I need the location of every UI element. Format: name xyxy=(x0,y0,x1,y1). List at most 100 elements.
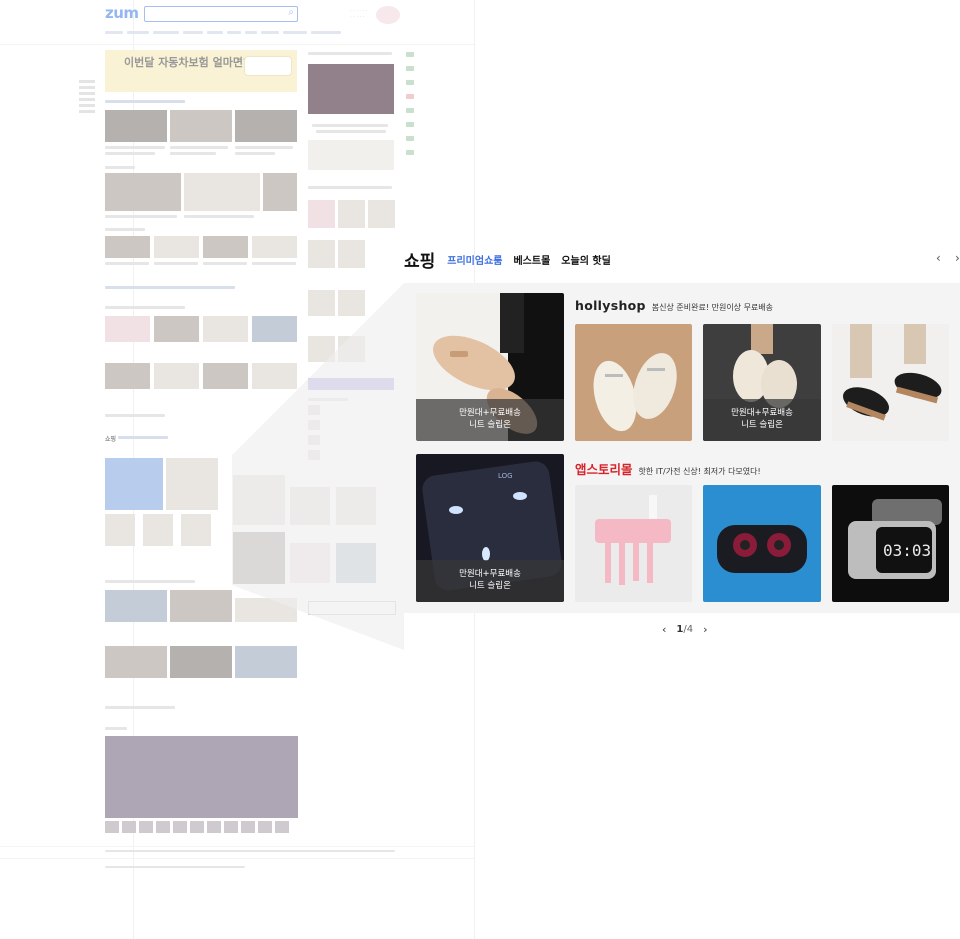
news-thumb[interactable] xyxy=(105,236,150,258)
zum-logo[interactable]: zum xyxy=(105,4,139,22)
ranking-thumb[interactable] xyxy=(308,405,320,415)
brand-name[interactable]: 앱스토리몰 xyxy=(575,459,633,478)
photo-strip-thumb[interactable] xyxy=(156,821,170,833)
news-thumb[interactable] xyxy=(203,316,248,342)
tab-premium-showroom[interactable]: 프리미엄쇼룸 xyxy=(447,252,502,267)
product-thumb[interactable] xyxy=(338,200,365,228)
product-thumb[interactable] xyxy=(336,487,376,525)
news-thumb[interactable] xyxy=(235,110,297,142)
nav-item[interactable] xyxy=(105,31,123,34)
side-tool-icon[interactable] xyxy=(406,108,414,113)
side-tool-icon[interactable] xyxy=(406,52,414,57)
ranking-thumb[interactable] xyxy=(308,435,320,445)
photo-strip-thumb[interactable] xyxy=(122,821,136,833)
product-thumb[interactable] xyxy=(308,336,335,362)
search-input[interactable]: ⌕ xyxy=(144,6,298,22)
news-thumb[interactable] xyxy=(203,363,248,389)
select-box[interactable] xyxy=(308,601,396,615)
chevron-left-icon[interactable]: ‹ xyxy=(662,623,666,636)
tab-best-mall[interactable]: 베스트몰 xyxy=(513,252,550,267)
video-thumb[interactable] xyxy=(170,646,232,678)
video-thumb[interactable] xyxy=(105,646,167,678)
news-thumb[interactable] xyxy=(105,173,181,211)
video-thumb[interactable] xyxy=(170,590,232,622)
featured-product-card[interactable]: 만원대+무료배송 니트 슬립온 xyxy=(416,293,564,441)
promo-image[interactable] xyxy=(376,6,400,24)
news-thumb[interactable] xyxy=(154,363,199,389)
side-tool-icon[interactable] xyxy=(406,150,414,155)
ad-image[interactable] xyxy=(308,140,394,170)
product-card[interactable]: 만원대+무료배송 니트 슬립온 xyxy=(703,324,821,441)
nav-item[interactable] xyxy=(153,31,179,34)
nav-item[interactable] xyxy=(227,31,241,34)
brand-row-hollyshop[interactable]: hollyshop 봄신상 준비완료! 만원이상 무료배송 xyxy=(575,298,773,313)
news-thumb[interactable] xyxy=(184,173,260,211)
nav-item[interactable] xyxy=(183,31,203,34)
news-thumb[interactable] xyxy=(105,110,167,142)
nav-item[interactable] xyxy=(245,31,257,34)
nav-item[interactable] xyxy=(261,31,279,34)
product-card[interactable] xyxy=(832,324,949,441)
photo-strip-thumb[interactable] xyxy=(258,821,272,833)
side-tool-icon[interactable] xyxy=(406,80,414,85)
product-thumb[interactable] xyxy=(308,240,335,268)
product-thumb[interactable] xyxy=(338,336,365,362)
nav-item[interactable] xyxy=(283,31,307,34)
news-thumb[interactable] xyxy=(252,363,297,389)
news-thumb[interactable] xyxy=(252,236,297,258)
product-thumb[interactable] xyxy=(308,290,335,316)
photo-strip-thumb[interactable] xyxy=(241,821,255,833)
product-thumb[interactable] xyxy=(143,514,173,546)
product-thumb[interactable] xyxy=(290,543,330,583)
product-card[interactable] xyxy=(575,485,692,602)
news-thumb[interactable] xyxy=(105,316,150,342)
product-thumb[interactable] xyxy=(105,514,135,546)
video-thumb[interactable] xyxy=(235,646,297,678)
photo-strip-thumb[interactable] xyxy=(105,821,119,833)
video-thumb[interactable] xyxy=(105,590,167,622)
product-thumb[interactable] xyxy=(181,514,211,546)
product-thumb[interactable] xyxy=(338,240,365,268)
news-thumb[interactable] xyxy=(203,236,248,258)
brand-row-appstory[interactable]: 앱스토리몰 핫한 IT/가전 신상! 최저가 다모였다! xyxy=(575,459,761,478)
product-thumb[interactable] xyxy=(233,532,285,584)
chevron-right-icon[interactable]: › xyxy=(955,251,960,265)
photo-strip-thumb[interactable] xyxy=(224,821,238,833)
photo-strip-thumb[interactable] xyxy=(139,821,153,833)
product-card[interactable]: 03:03 xyxy=(832,485,949,602)
news-thumb[interactable] xyxy=(263,173,297,211)
ranking-thumb[interactable] xyxy=(308,420,320,430)
mini-shop-card[interactable] xyxy=(105,458,163,510)
chevron-left-icon[interactable]: ‹ xyxy=(936,251,941,265)
side-tool-icon[interactable] xyxy=(406,122,414,127)
photo-strip-thumb[interactable] xyxy=(190,821,204,833)
news-thumb[interactable] xyxy=(154,236,199,258)
tab-todays-hotdeal[interactable]: 오늘의 핫딜 xyxy=(561,252,610,267)
photo-strip-thumb[interactable] xyxy=(275,821,289,833)
news-thumb[interactable] xyxy=(252,316,297,342)
product-thumb[interactable] xyxy=(336,543,376,583)
featured-product-card[interactable]: LOG 만원대+무료배송 니트 슬립온 xyxy=(416,454,564,602)
product-card[interactable] xyxy=(575,324,692,441)
chevron-right-icon[interactable]: › xyxy=(703,623,707,636)
ad-image[interactable] xyxy=(308,64,394,114)
nav-item[interactable] xyxy=(207,31,223,34)
ranking-thumb[interactable] xyxy=(308,450,320,460)
search-icon[interactable]: ⌕ xyxy=(288,7,294,18)
nav-item[interactable] xyxy=(127,31,149,34)
brand-name[interactable]: hollyshop xyxy=(575,298,646,313)
news-thumb[interactable] xyxy=(105,363,150,389)
product-thumb[interactable] xyxy=(368,200,395,228)
product-thumb[interactable] xyxy=(338,290,365,316)
side-tool-icon[interactable] xyxy=(406,136,414,141)
side-tool-icon[interactable] xyxy=(406,66,414,71)
news-thumb[interactable] xyxy=(170,110,232,142)
promo-bar[interactable] xyxy=(308,378,394,390)
product-thumb[interactable] xyxy=(166,458,218,510)
product-thumb[interactable] xyxy=(233,475,285,525)
product-thumb[interactable] xyxy=(290,487,330,525)
photo-strip-thumb[interactable] xyxy=(207,821,221,833)
side-tool-icon[interactable] xyxy=(406,94,414,99)
news-thumb[interactable] xyxy=(154,316,199,342)
product-card[interactable] xyxy=(703,485,821,602)
